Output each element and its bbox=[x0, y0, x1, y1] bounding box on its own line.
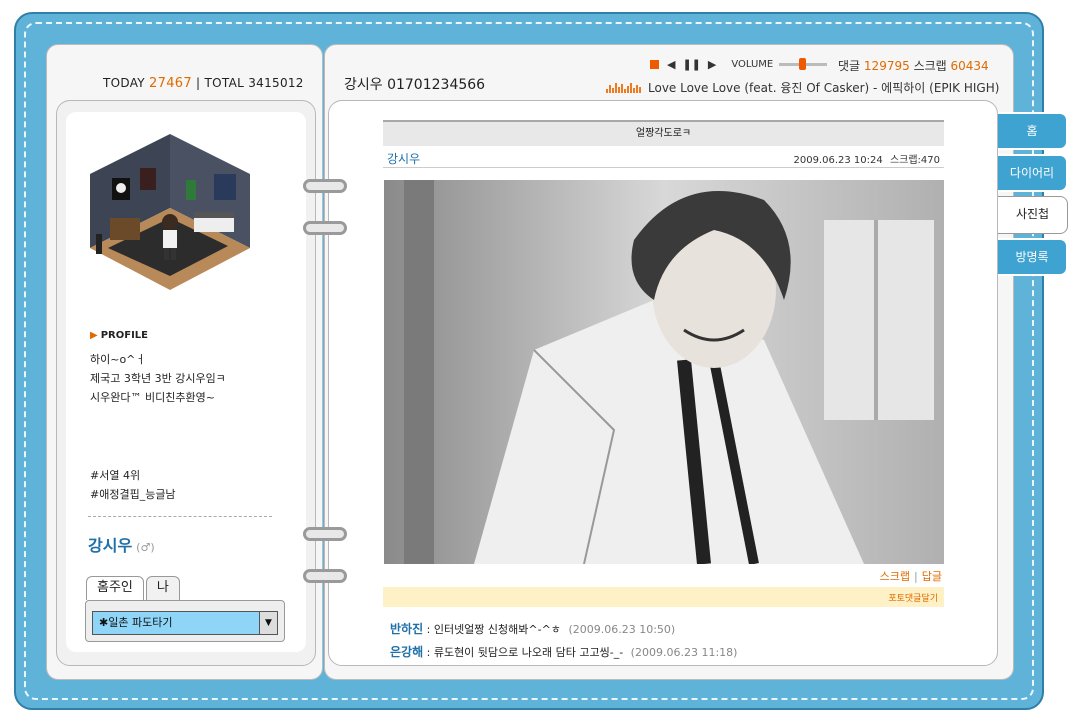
friend-surf-value: ✱일촌 파도타기 bbox=[99, 616, 173, 629]
tab-owner[interactable]: 홈주인 bbox=[86, 576, 144, 600]
miniroom-image[interactable] bbox=[88, 130, 252, 302]
binder-ring bbox=[303, 569, 347, 583]
post-author[interactable]: 강시우 bbox=[387, 150, 420, 167]
photo-comment-button[interactable]: 포토댓글달기 bbox=[888, 591, 938, 604]
comment-text: : 인터넷얼짱 신청해봐^-^ㅎ bbox=[426, 623, 561, 636]
owner-tabs: 홈주인 나 bbox=[86, 576, 182, 600]
friend-surf-select[interactable]: ✱일촌 파도타기 ▼ bbox=[92, 611, 278, 635]
stats: 댓글 129795 스크랩 60434 bbox=[838, 57, 989, 74]
profile-tags: #서열 4위 #애정결핍_능글남 bbox=[90, 466, 176, 504]
equalizer-icon bbox=[606, 82, 642, 93]
binder-ring bbox=[303, 179, 347, 193]
comment-text: : 류도현이 뒷담으로 나오래 담타 고고씽-_- bbox=[426, 646, 624, 659]
profile-line: 시우완다™ 비디친추환영~ bbox=[90, 391, 215, 404]
total-label: TOTAL bbox=[204, 76, 245, 90]
profile-line: 제국고 3학년 3반 강시우임ㅋ bbox=[90, 372, 226, 385]
profile-tag: #애정결핍_능글남 bbox=[90, 488, 176, 501]
post-meta: 강시우 2009.06.23 10:24 스크랩:470 bbox=[383, 148, 944, 168]
today-count: 27467 bbox=[149, 76, 192, 91]
volume-slider[interactable] bbox=[779, 58, 828, 70]
profile-intro: 하이~o^ㅓ 제국고 3학년 3반 강시우임ㅋ 시우완다™ 비디친추환영~ bbox=[90, 350, 290, 407]
profile-tag: #서열 4위 bbox=[90, 469, 141, 482]
scrap-button[interactable]: 스크랩 bbox=[880, 570, 910, 583]
comments-count: 129795 bbox=[863, 59, 910, 73]
triangle-icon: ▶ bbox=[90, 330, 98, 341]
owner-name[interactable]: 강시우 (♂) bbox=[88, 532, 155, 556]
post-date-scrap: 2009.06.23 10:24 스크랩:470 bbox=[793, 151, 940, 166]
comment-author[interactable]: 은강해 bbox=[390, 645, 423, 659]
gender-label: (♂) bbox=[136, 541, 155, 554]
pause-icon[interactable]: ❚❚ bbox=[682, 58, 700, 71]
tab-guestbook[interactable]: 방명록 bbox=[998, 238, 1068, 276]
scrap-count: 60434 bbox=[950, 59, 989, 73]
stop-icon[interactable] bbox=[650, 60, 659, 69]
tab-me[interactable]: 나 bbox=[145, 576, 180, 600]
profile-divider bbox=[88, 516, 272, 517]
profile-line: 하이~o^ㅓ bbox=[90, 353, 146, 366]
volume-label: VOLUME bbox=[731, 59, 774, 70]
comment-item: 반하진 : 인터넷얼짱 신청해봐^-^ㅎ (2009.06.23 10:50) bbox=[390, 620, 675, 637]
profile-header: ▶ PROFILE bbox=[90, 330, 148, 341]
tab-diary[interactable]: 다이어리 bbox=[998, 154, 1068, 192]
binder-ring bbox=[303, 221, 347, 235]
post-date: 2009.06.23 10:24 bbox=[793, 155, 883, 166]
comment-date: (2009.06.23 10:50) bbox=[568, 623, 676, 636]
song-title[interactable]: Love Love Love (feat. 융진 Of Casker) - 에픽… bbox=[648, 79, 999, 96]
comment-date: (2009.06.23 11:18) bbox=[630, 646, 738, 659]
now-playing: Love Love Love (feat. 융진 Of Casker) - 에픽… bbox=[606, 79, 999, 96]
comment-author[interactable]: 반하진 bbox=[390, 622, 423, 636]
scrap-label: 스크랩 bbox=[913, 59, 947, 73]
bgm-player: ◀ ❚❚ ▶ VOLUME bbox=[650, 58, 833, 71]
tab-photo-album[interactable]: 사진첩 bbox=[998, 196, 1068, 234]
next-icon[interactable]: ▶ bbox=[708, 58, 716, 71]
visitor-counter: TODAY 27467 | TOTAL 3415012 bbox=[103, 76, 304, 91]
profile-header-label: PROFILE bbox=[100, 330, 148, 341]
post-scrap-count: 스크랩:470 bbox=[889, 155, 940, 166]
comment-bar: 포토댓글달기 bbox=[383, 587, 944, 607]
prev-icon[interactable]: ◀ bbox=[667, 58, 675, 71]
homepage-title: 강시우 01701234566 bbox=[344, 77, 486, 93]
post-actions: 스크랩 | 답글 bbox=[880, 568, 942, 584]
tab-home[interactable]: 홈 bbox=[998, 112, 1068, 150]
post-title: 얼짱각도로ㅋ bbox=[383, 120, 944, 146]
reply-button[interactable]: 답글 bbox=[922, 570, 942, 583]
volume-knob[interactable] bbox=[799, 58, 807, 70]
chevron-down-icon[interactable]: ▼ bbox=[259, 612, 277, 634]
counter-separator: | bbox=[196, 76, 201, 90]
post-photo[interactable] bbox=[384, 180, 944, 564]
today-label: TODAY bbox=[103, 76, 145, 90]
actions-separator: | bbox=[914, 570, 918, 583]
total-count: 3415012 bbox=[248, 76, 304, 90]
comments-label: 댓글 bbox=[838, 59, 861, 73]
binder-ring bbox=[303, 527, 347, 541]
owner-name-text[interactable]: 강시우 bbox=[88, 536, 132, 555]
comment-item: 은강해 : 류도현이 뒷담으로 나오래 담타 고고씽-_- (2009.06.2… bbox=[390, 643, 737, 660]
friend-select-box: ✱일촌 파도타기 ▼ bbox=[85, 600, 285, 642]
